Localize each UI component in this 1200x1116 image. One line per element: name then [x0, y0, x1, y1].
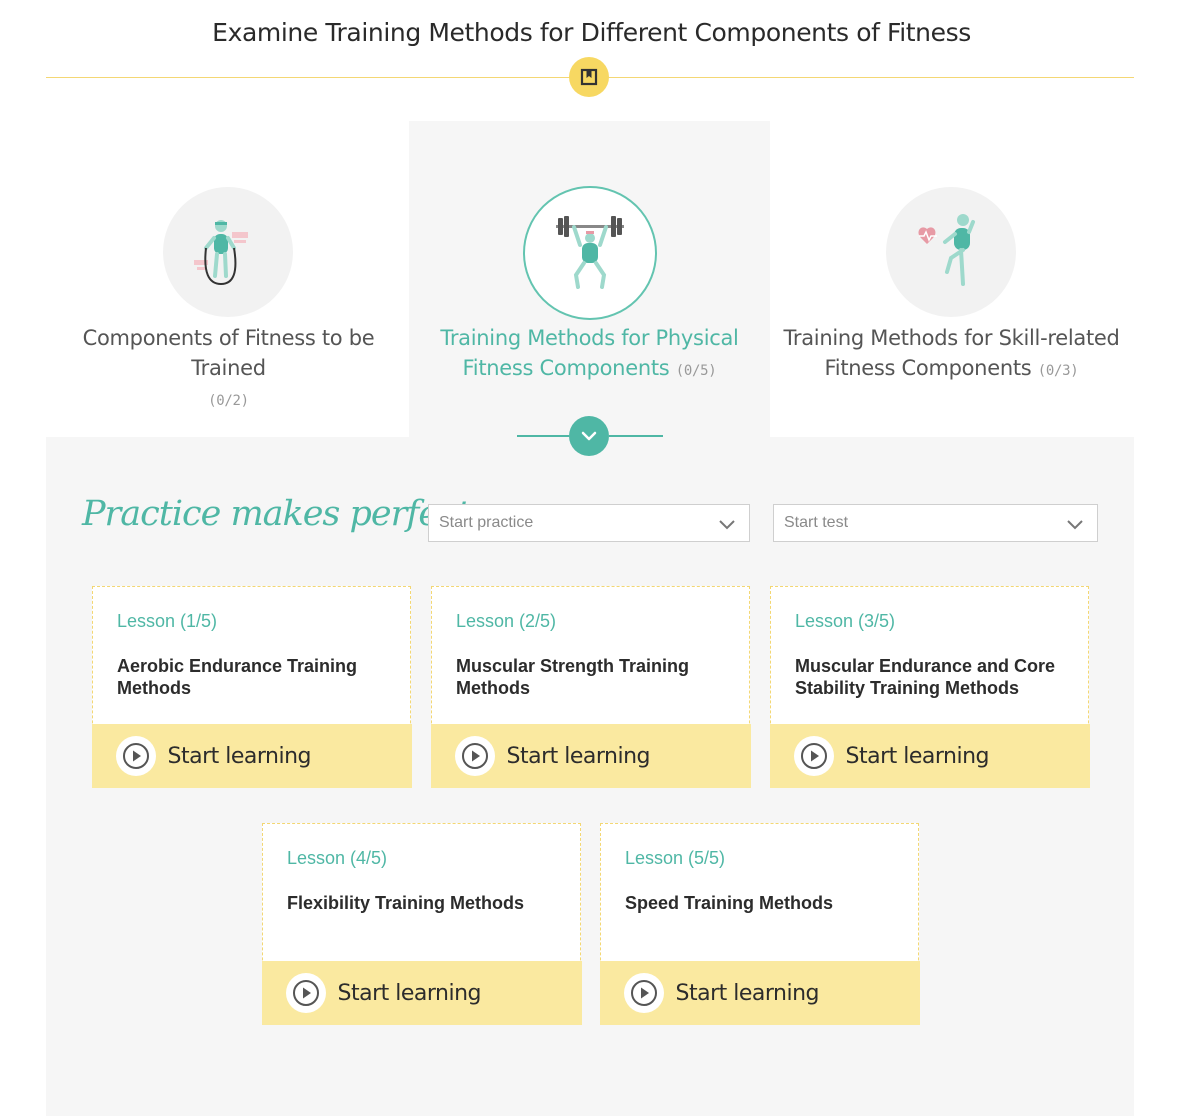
chevron-down-icon [719, 520, 735, 530]
expand-connector-right [609, 435, 663, 437]
weightlifter-icon [556, 216, 624, 289]
lesson-card[interactable]: Lesson (3/5) Muscular Endurance and Core… [769, 586, 1090, 788]
lesson-title: Aerobic Endurance Training Methods [117, 656, 358, 698]
play-icon [800, 743, 827, 769]
topic-skill-related-methods[interactable]: Training Methods for Skill-related Fitne… [771, 121, 1132, 437]
play-button[interactable] [623, 973, 664, 1013]
start-learning-button[interactable]: Start learning [769, 724, 1090, 788]
chevron-down-icon [1067, 520, 1083, 530]
topic-physical-fitness-methods[interactable]: Training Methods for Physical Fitness Co… [409, 121, 770, 437]
chevron-down-icon [581, 431, 597, 441]
expand-toggle-button[interactable] [569, 416, 609, 456]
topic-label: Training Methods for Physical Fitness Co… [440, 326, 739, 380]
topic-icon-circle [886, 187, 1016, 317]
lesson-card[interactable]: Lesson (4/5) Flexibility Training Method… [261, 823, 582, 1025]
play-icon [122, 743, 149, 769]
start-learning-button[interactable]: Start learning [91, 724, 412, 788]
start-learning-label: Start learning [845, 743, 990, 769]
jump-rope-icon [194, 220, 248, 286]
play-button[interactable] [285, 973, 326, 1013]
start-learning-button[interactable]: Start learning [430, 724, 751, 788]
lesson-card[interactable]: Lesson (2/5) Muscular Strength Training … [430, 586, 751, 788]
lesson-number: Lesson (1/5) [117, 611, 218, 631]
start-practice-dropdown[interactable]: Start practice [428, 504, 750, 542]
play-button[interactable] [793, 736, 834, 776]
start-learning-label: Start learning [337, 980, 482, 1006]
lesson-card[interactable]: Lesson (1/5) Aerobic Endurance Training … [91, 586, 412, 788]
lesson-title: Muscular Endurance and Core Stability Tr… [795, 656, 1056, 698]
bookmark-badge [569, 57, 609, 97]
lesson-number: Lesson (4/5) [287, 848, 388, 868]
lesson-title: Flexibility Training Methods [287, 893, 525, 913]
dropdown-placeholder: Start practice [439, 514, 534, 531]
topic-progress-count: (0/3) [1037, 363, 1079, 379]
lesson-number: Lesson (2/5) [456, 611, 557, 631]
topic-progress-count: (0/2) [208, 393, 249, 409]
dropdown-placeholder: Start test [784, 514, 849, 531]
start-learning-label: Start learning [167, 743, 312, 769]
play-button[interactable] [115, 736, 156, 776]
heart-balance-icon [918, 214, 975, 286]
play-icon [292, 980, 319, 1006]
lesson-card[interactable]: Lesson (5/5) Speed Training Methods Star… [599, 823, 920, 1025]
topic-progress-count: (0/5) [675, 363, 717, 379]
play-button[interactable] [454, 736, 495, 776]
lesson-number: Lesson (5/5) [625, 848, 726, 868]
start-test-dropdown[interactable]: Start test [773, 504, 1098, 542]
topic-icon-circle [523, 186, 657, 320]
lesson-title: Speed Training Methods [625, 893, 834, 913]
topic-components-of-fitness[interactable]: Components of Fitness to be Trained (0/2… [48, 121, 409, 437]
bookmark-icon [580, 68, 598, 86]
play-icon [461, 743, 488, 769]
play-icon [630, 980, 657, 1006]
start-learning-button[interactable]: Start learning [261, 961, 582, 1025]
lesson-number: Lesson (3/5) [795, 611, 896, 631]
practice-heading: Practice makes perfect: [82, 494, 481, 534]
expand-connector-left [517, 435, 569, 437]
start-learning-label: Start learning [506, 743, 651, 769]
topic-icon-circle [163, 187, 293, 317]
start-learning-button[interactable]: Start learning [599, 961, 920, 1025]
lesson-title: Muscular Strength Training Methods [456, 656, 690, 698]
start-learning-label: Start learning [675, 980, 820, 1006]
page-title: Examine Training Methods for Different C… [212, 18, 971, 47]
topic-label: Components of Fitness to be Trained (0/2… [82, 326, 375, 409]
topic-label: Training Methods for Skill-related Fitne… [783, 326, 1120, 380]
